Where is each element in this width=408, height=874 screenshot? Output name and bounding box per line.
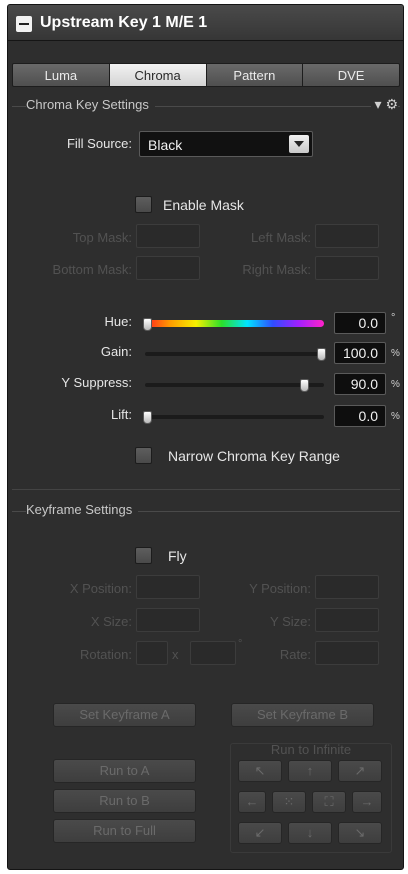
rotation-unit: ° (238, 638, 243, 650)
arrow-left-icon[interactable]: ← (238, 791, 266, 813)
arrow-down-left-icon[interactable]: ↙ (238, 822, 282, 844)
x-size-input (136, 608, 200, 632)
run-to-a-button[interactable]: Run to A (53, 759, 196, 783)
y-suppress-slider[interactable] (143, 378, 326, 392)
hue-slider-handle[interactable] (143, 318, 152, 331)
rate-label: Rate: (279, 647, 311, 662)
arrow-up-left-icon[interactable]: ↖ (238, 760, 282, 782)
arrow-down-icon[interactable]: ↓ (288, 822, 332, 844)
bottom-mask-label: Bottom Mask: (52, 262, 132, 277)
right-mask-label: Right Mask: (242, 262, 311, 277)
rotation-label: Rotation: (79, 647, 132, 662)
left-mask-input (315, 224, 379, 248)
bottom-mask-input (136, 256, 200, 280)
lift-label: Lift: (111, 407, 132, 422)
hue-label: Hue: (104, 314, 132, 329)
arrow-up-right-icon[interactable]: ↗ (338, 760, 382, 782)
section-separator (12, 489, 400, 490)
section-title: Chroma Key Settings (26, 97, 155, 112)
panel-title: Upstream Key 1 M/E 1 (40, 14, 208, 31)
run-to-infinite-label: Run to Infinite (270, 742, 352, 757)
gain-label: Gain: (100, 344, 132, 359)
tab-chroma[interactable]: Chroma (109, 63, 207, 87)
arrow-up-icon[interactable]: ↑ (288, 760, 332, 782)
hue-slider[interactable] (143, 317, 326, 331)
hue-slider-track (145, 320, 324, 327)
gain-slider-handle[interactable] (317, 348, 326, 361)
center-icon[interactable]: ⁙ (272, 791, 306, 813)
y-position-label: Y Position: (249, 581, 311, 596)
enable-mask-label: Enable Mask (163, 197, 244, 213)
lift-value-field[interactable]: 0.0 (334, 405, 386, 427)
fly-label: Fly (168, 548, 187, 564)
rotation-x-label: x (172, 647, 179, 662)
left-mask-label: Left Mask: (251, 230, 311, 245)
y-size-label: Y Size: (270, 614, 311, 629)
x-position-label: X Position: (69, 581, 132, 596)
set-keyframe-a-button[interactable]: Set Keyframe A (53, 703, 196, 727)
narrow-range-checkbox[interactable] (135, 447, 152, 464)
y-suppress-unit: % (391, 379, 400, 390)
fill-source-dropdown[interactable]: Black (139, 131, 313, 157)
upstream-key-panel: Upstream Key 1 M/E 1 Luma Chroma Pattern… (7, 4, 404, 870)
y-suppress-label: Y Suppress: (61, 375, 132, 390)
fill-source-value: Black (148, 137, 183, 153)
gain-slider-track (145, 352, 324, 356)
x-size-label: X Size: (90, 614, 132, 629)
x-position-input (136, 575, 200, 599)
panel-header: Upstream Key 1 M/E 1 (8, 5, 403, 41)
lift-slider-handle[interactable] (143, 411, 152, 424)
arrow-right-icon[interactable]: → (352, 791, 382, 813)
rotation-degrees-input (190, 641, 236, 665)
top-mask-label: Top Mask: (72, 230, 132, 245)
right-mask-input (315, 256, 379, 280)
lift-slider-track (145, 415, 324, 419)
run-to-b-button[interactable]: Run to B (53, 789, 196, 813)
y-suppress-slider-handle[interactable] (300, 379, 309, 392)
gear-icon[interactable]: ▾ ⚙ (370, 96, 398, 113)
arrow-down-right-icon[interactable]: ↘ (338, 822, 382, 844)
fill-source-label: Fill Source: (66, 136, 132, 151)
chroma-section-header: Chroma Key Settings ▾ ⚙ (12, 96, 400, 115)
section-title: Keyframe Settings (26, 502, 139, 517)
lift-slider[interactable] (143, 410, 326, 424)
top-mask-input (136, 224, 200, 248)
hue-value-field[interactable]: 0.0 (334, 312, 386, 334)
gain-unit: % (391, 348, 400, 359)
collapse-icon[interactable] (16, 16, 32, 32)
chevron-down-icon (289, 135, 309, 153)
run-to-full-button[interactable]: Run to Full (53, 819, 196, 843)
enable-mask-checkbox[interactable] (135, 196, 152, 213)
fly-checkbox[interactable] (135, 547, 152, 564)
tab-dve[interactable]: DVE (303, 63, 400, 87)
tab-luma[interactable]: Luma (12, 63, 110, 87)
gain-value-field[interactable]: 100.0 (334, 342, 386, 364)
run-to-infinite-group: Run to Infinite ↖ ↑ ↗ ← ⁙ ⛶ → ↙ ↓ ↘ (230, 742, 392, 853)
y-position-input (315, 575, 379, 599)
lift-unit: % (391, 411, 400, 422)
rate-input (315, 641, 379, 665)
narrow-range-label: Narrow Chroma Key Range (168, 448, 340, 464)
gain-slider[interactable] (143, 347, 326, 361)
y-suppress-slider-track (145, 383, 324, 387)
set-keyframe-b-button[interactable]: Set Keyframe B (231, 703, 374, 727)
fullscreen-icon[interactable]: ⛶ (312, 791, 346, 813)
tab-pattern[interactable]: Pattern (206, 63, 304, 87)
hue-unit: ° (391, 312, 396, 324)
y-size-input (315, 608, 379, 632)
key-type-tabs: Luma Chroma Pattern DVE (12, 63, 400, 87)
rotation-turns-input (136, 641, 168, 665)
keyframe-section-header: Keyframe Settings (12, 502, 400, 520)
y-suppress-value-field[interactable]: 90.0 (334, 373, 386, 395)
